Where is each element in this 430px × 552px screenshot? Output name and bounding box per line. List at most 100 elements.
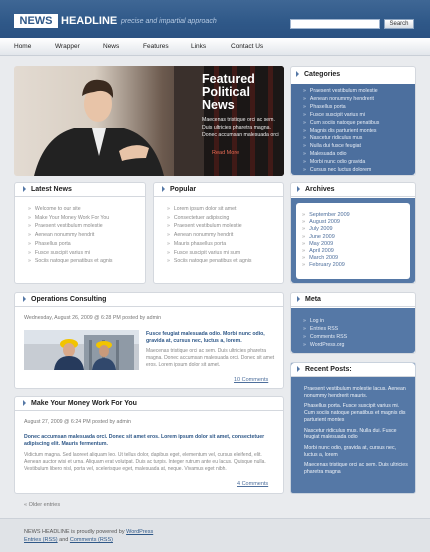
post-image <box>24 330 139 370</box>
nav-links[interactable]: Links <box>191 38 206 56</box>
category-item[interactable]: Aenean nonummy hendrerit <box>303 96 415 104</box>
featured-text: Maecenas tristique orci ac sem. Duis ult… <box>202 117 279 139</box>
category-item[interactable]: Malesuada odio <box>303 151 415 159</box>
meta-item[interactable]: Comments RSS <box>303 334 415 342</box>
arrow-icon <box>297 366 300 373</box>
archive-item[interactable]: July 2009 <box>302 226 410 233</box>
list-item[interactable]: Aenean nonummy hendrit <box>167 231 251 240</box>
popular-header: Popular <box>154 183 283 197</box>
archive-item[interactable]: February 2009 <box>302 262 410 269</box>
arrow-icon <box>23 400 26 407</box>
nav-news[interactable]: News <box>103 38 119 56</box>
categories-heading: Categories <box>296 70 340 80</box>
recent-post-item[interactable]: Maecenas tristique orci ac sem. Duis ult… <box>304 462 410 475</box>
recent-post-item[interactable]: Nascetur ridiculus mus. Nulla dui. Fusce… <box>304 428 410 441</box>
archive-item[interactable]: May 2009 <box>302 241 410 248</box>
main-nav: Home Wrapper News Features Links Contact… <box>0 38 430 56</box>
popular-title: Popular <box>170 186 197 193</box>
archives-title: Archives <box>305 186 335 193</box>
category-item[interactable]: Phasellus porta <box>303 104 415 112</box>
older-entries-label: Older entries <box>28 502 61 508</box>
post-body: Vidictum magna. Sed laoreet aliquam leo.… <box>24 452 266 472</box>
entries-rss-link[interactable]: Entries (RSS) <box>24 537 58 543</box>
recent-posts-list: Praesent vestibulum molestie lacus. Aene… <box>304 386 410 476</box>
nav-home[interactable]: Home <box>14 38 31 56</box>
recent-post-item[interactable]: Phasellus porta. Fusce suscipit varius m… <box>304 403 410 423</box>
search-input[interactable] <box>290 19 380 29</box>
recent-post-item[interactable]: Morbi nunc odio, gravida at, cursus nec,… <box>304 445 410 458</box>
nav-wrapper[interactable]: Wrapper <box>55 38 80 56</box>
list-item[interactable]: Praesent vestibulum molestie <box>28 222 112 231</box>
list-item[interactable]: Phasellus porta <box>28 240 112 249</box>
archives-header: Archives <box>291 183 415 197</box>
footer-line-1: NEWS HEADLINE is proudly powered by Word… <box>24 529 153 535</box>
arrow-icon <box>162 186 165 193</box>
footer-text: and <box>59 537 69 543</box>
category-item[interactable]: Cum sociis natoque penatibus <box>303 120 415 128</box>
recent-posts-title: Recent Posts: <box>305 366 352 373</box>
recent-posts-header: Recent Posts: <box>291 363 415 377</box>
category-item[interactable]: Nulla dui fusce feugiat <box>303 143 415 151</box>
older-entries-link[interactable]: « Older entries <box>24 502 60 508</box>
meta-header: Meta <box>291 293 415 307</box>
meta-title: Meta <box>305 296 321 303</box>
list-item[interactable]: Fusce suscipit varius mi <box>28 249 112 258</box>
archive-item[interactable]: March 2009 <box>302 255 410 262</box>
footer: NEWS HEADLINE is proudly powered by Word… <box>0 518 430 552</box>
list-item[interactable]: Aenean nonummy hendrit <box>28 231 112 240</box>
meta-item[interactable]: Entries RSS <box>303 326 415 334</box>
comments-link[interactable]: 4 Comments <box>237 481 268 487</box>
archive-item[interactable]: April 2009 <box>302 248 410 255</box>
list-item[interactable]: Consectetuer adipiscing <box>167 214 251 223</box>
list-item[interactable]: Welcome to our site <box>28 205 112 214</box>
list-item[interactable]: Sociis natoque penatibus et agnis <box>167 257 252 266</box>
nav-contact-us[interactable]: Contact Us <box>231 38 263 56</box>
list-item[interactable]: Sociis natoque penatibus et agnis <box>28 257 113 266</box>
read-more-link[interactable]: Read More <box>212 150 239 156</box>
comments-rss-link[interactable]: Comments (RSS) <box>70 537 113 543</box>
arrow-icon <box>23 186 26 193</box>
archive-item[interactable]: September 2009 <box>302 212 410 219</box>
post-lead: Fusce feugiat malesuada odio. Morbi nunc… <box>146 331 265 344</box>
site-slogan: precise and impartial approach <box>121 18 217 25</box>
comments-link[interactable]: 10 Comments <box>234 377 268 383</box>
post-body: Maecenas tristique orci ac sem. Duis ult… <box>146 348 275 368</box>
category-item[interactable]: Praesent vestibulum molestie <box>303 88 415 96</box>
recent-post-item[interactable]: Praesent vestibulum molestie lacus. Aene… <box>304 386 410 399</box>
post-title[interactable]: Operations Consulting <box>31 296 106 303</box>
post-lead: Donec accumsan malesuada orci. Donec sit… <box>24 434 265 447</box>
meta-item[interactable]: Log in <box>303 318 415 326</box>
search-button[interactable]: Search <box>384 19 414 29</box>
categories-title: Categories <box>304 71 341 78</box>
latest-news-header: Latest News <box>15 183 145 197</box>
featured-photo <box>34 66 204 176</box>
footer-text: NEWS HEADLINE is proudly powered by <box>24 529 125 535</box>
category-item[interactable]: Magnis dis parturient montes <box>303 128 415 136</box>
post-title[interactable]: Make Your Money Work For You <box>31 400 137 407</box>
category-item[interactable]: Morbi nunc odio gravida <box>303 159 415 167</box>
list-item[interactable]: Mauris phasellus porta <box>167 240 251 249</box>
arrow-icon <box>297 296 300 303</box>
featured-title[interactable]: Featured Political News <box>202 73 284 112</box>
list-item[interactable]: Fusce suscipit varius mi sum <box>167 249 251 258</box>
archive-item[interactable]: June 2009 <box>302 234 410 241</box>
meta-list: Log in Entries RSS Comments RSS WordPres… <box>291 308 415 353</box>
arrow-icon <box>23 296 26 303</box>
list-item[interactable]: Praesent vestibulum molestie <box>167 222 251 231</box>
logo-box[interactable]: NEWS <box>14 14 58 28</box>
post-meta: August 27, 2009 @ 6:24 PM posted by admi… <box>24 419 131 425</box>
logo-text[interactable]: HEADLINE <box>61 14 117 28</box>
post-header: Operations Consulting <box>15 293 283 307</box>
list-item[interactable]: Make Your Money Work For You <box>28 214 112 223</box>
archive-item[interactable]: August 2009 <box>302 219 410 226</box>
post-meta: Wednesday, August 26, 2009 @ 6:28 PM pos… <box>24 315 162 321</box>
list-item[interactable]: Lorem ipsum dolor sit amet <box>167 205 251 214</box>
latest-news-list: Welcome to our site Make Your Money Work… <box>28 205 113 266</box>
wordpress-link[interactable]: WordPress <box>126 529 153 535</box>
meta-item[interactable]: WordPress.org <box>303 342 415 350</box>
archives-list: September 2009 August 2009 July 2009 Jun… <box>296 203 410 279</box>
nav-features[interactable]: Features <box>143 38 169 56</box>
category-item[interactable]: Cursus nec luctus dolorem <box>303 167 415 175</box>
category-item[interactable]: Nascetur ridiculus mus <box>303 135 415 143</box>
category-item[interactable]: Fusce suscipit varius mi <box>303 112 415 120</box>
